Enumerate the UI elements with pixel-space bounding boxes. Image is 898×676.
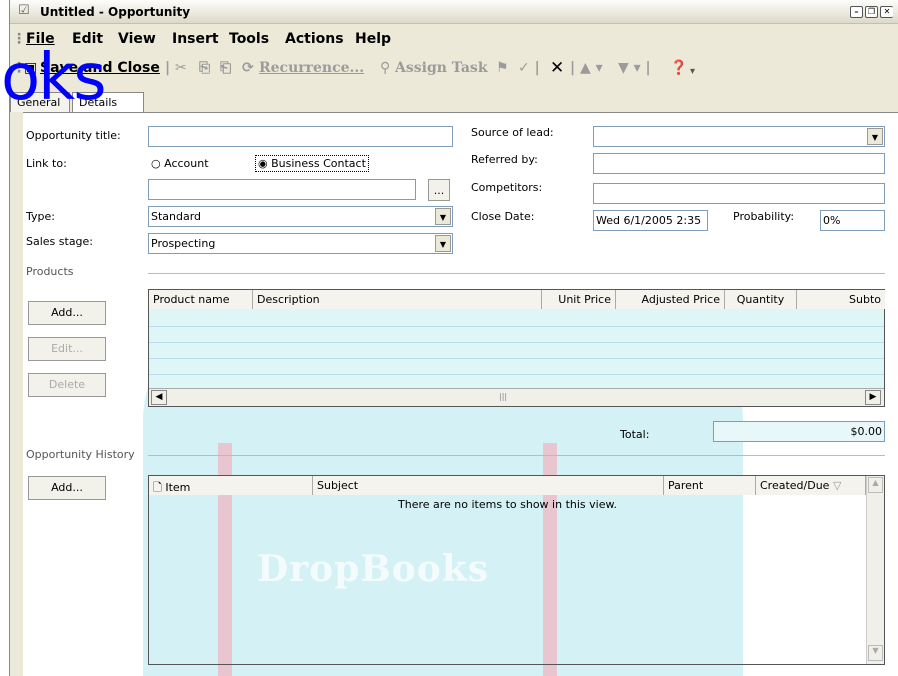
table-row[interactable] — [149, 342, 884, 343]
help-icon[interactable]: ❓ — [670, 60, 687, 76]
document-icon: 🗋 — [153, 481, 162, 494]
app-icon: ☑ — [18, 3, 30, 18]
column-unit-price[interactable]: Unit Price — [542, 290, 616, 309]
column-adjusted-price[interactable]: Adjusted Price — [616, 290, 725, 309]
products-table[interactable]: Product name Description Unit Price Adju… — [148, 289, 885, 407]
probability-input[interactable]: 0% — [820, 210, 885, 231]
total-value: $0.00 — [713, 421, 885, 442]
cut-icon[interactable]: | ✂ — [165, 60, 187, 76]
column-created-due[interactable]: Created/Due ▽ — [756, 476, 866, 495]
scroll-grip-icon[interactable]: ||| — [499, 392, 507, 401]
menu-actions[interactable]: Actions — [285, 31, 344, 47]
link-to-input[interactable] — [148, 179, 416, 200]
browse-contacts-button[interactable]: ... — [428, 179, 450, 201]
column-item-label: Item — [165, 481, 191, 494]
account-label: Account — [164, 157, 209, 170]
toolbar-options-icon[interactable]: ▾ — [690, 66, 695, 77]
form-page: Opportunity title: Link to: ○ Account ◉ … — [23, 112, 898, 676]
watermark-text: oks — [1, 41, 107, 115]
referred-by-input[interactable] — [593, 153, 885, 174]
menu-help[interactable]: Help — [355, 31, 391, 47]
probability-label: Probability: — [733, 210, 795, 223]
next-item-icon[interactable]: ▼ ▾ | — [618, 60, 651, 76]
business-contact-radio[interactable]: ◉ Business Contact — [255, 155, 369, 172]
column-subject[interactable]: Subject — [313, 476, 664, 495]
column-description[interactable]: Description — [253, 290, 542, 309]
assign-task-icon[interactable]: ⚲ — [380, 60, 390, 76]
chevron-down-icon[interactable]: ▼ — [867, 128, 883, 145]
products-add-button[interactable]: Add... — [28, 301, 106, 325]
products-delete-button[interactable]: Delete — [28, 373, 106, 397]
products-section-label: Products — [26, 265, 74, 278]
total-label: Total: — [620, 428, 650, 441]
history-add-button[interactable]: Add... — [28, 476, 106, 500]
column-created-due-label: Created/Due — [760, 479, 830, 492]
assign-task-button[interactable]: Assign Task — [395, 60, 488, 76]
recurrence-icon[interactable]: ⟳ — [242, 60, 254, 76]
history-section-label: Opportunity History — [26, 448, 135, 461]
column-parent[interactable]: Parent — [664, 476, 756, 495]
opportunity-window: ☑ Untitled - Opportunity – ❐ ✕ ⋮ File Ed… — [1, 0, 898, 676]
opportunity-title-input[interactable] — [148, 126, 453, 147]
type-label: Type: — [26, 210, 55, 223]
previous-item-icon[interactable]: | ▲ ▾ — [570, 60, 603, 76]
link-to-label: Link to: — [26, 157, 67, 170]
type-value: Standard — [151, 210, 202, 223]
menu-insert[interactable]: Insert — [172, 31, 219, 47]
column-quantity[interactable]: Quantity — [725, 290, 797, 309]
minimize-icon[interactable]: – — [850, 6, 863, 18]
source-of-lead-label: Source of lead: — [471, 126, 554, 139]
account-radio[interactable]: ○ Account — [151, 157, 209, 170]
products-edit-button[interactable]: Edit... — [28, 337, 106, 361]
horizontal-scrollbar[interactable]: ◀ ||| ▶ — [149, 388, 884, 406]
history-table[interactable]: 🗋 Item Subject Parent Created/Due ▽ ▲ ▼ … — [148, 475, 885, 665]
sales-stage-select[interactable]: Prospecting ▼ — [148, 233, 453, 254]
type-select[interactable]: Standard ▼ — [148, 206, 453, 227]
title-bar: ☑ Untitled - Opportunity – ❐ ✕ — [10, 0, 898, 24]
table-row[interactable] — [149, 326, 884, 327]
close-date-label: Close Date: — [471, 210, 535, 223]
close-icon[interactable]: ✕ — [880, 6, 893, 18]
scroll-right-icon[interactable]: ▶ — [865, 390, 881, 405]
chevron-down-icon[interactable]: ▼ — [435, 208, 451, 225]
toolbar: ⋮ ▣ Save and Close | ✂ ⎘ ⎗ ⟳ Recurrence.… — [10, 58, 898, 86]
competitors-input[interactable] — [593, 183, 885, 204]
sales-stage-value: Prospecting — [151, 237, 216, 250]
copy-icon[interactable]: ⎘ — [199, 60, 210, 76]
menu-tools[interactable]: Tools — [229, 31, 269, 47]
recurrence-button[interactable]: Recurrence... — [259, 60, 364, 76]
scroll-up-icon[interactable]: ▲ — [868, 477, 883, 493]
restore-icon[interactable]: ❐ — [865, 6, 878, 18]
vertical-scrollbar[interactable]: ▲ ▼ — [866, 476, 884, 664]
categorize-icon[interactable]: ⚑ — [496, 60, 509, 76]
filter-icon[interactable]: ▽ — [833, 479, 841, 492]
source-of-lead-select[interactable]: ▼ — [593, 126, 885, 147]
column-product-name[interactable]: Product name — [149, 290, 253, 309]
opportunity-title-label: Opportunity title: — [26, 129, 121, 142]
close-date-input[interactable]: Wed 6/1/2005 2:35 — [593, 210, 708, 231]
products-divider — [148, 273, 885, 274]
scroll-left-icon[interactable]: ◀ — [151, 390, 167, 405]
business-contact-label: Business Contact — [271, 157, 366, 170]
watermark-logo-text: DropBooks — [257, 548, 490, 590]
delete-icon[interactable]: ✕ — [550, 58, 564, 78]
chevron-down-icon[interactable]: ▼ — [435, 235, 451, 252]
history-divider — [148, 455, 885, 456]
scroll-down-icon[interactable]: ▼ — [868, 645, 883, 661]
paste-icon[interactable]: ⎗ — [220, 60, 231, 76]
referred-by-label: Referred by: — [471, 153, 538, 166]
check-names-icon[interactable]: ✓ | — [518, 60, 540, 76]
menu-bar: ⋮ File Edit View Insert Tools Actions He… — [10, 31, 898, 53]
competitors-label: Competitors: — [471, 181, 543, 194]
column-item[interactable]: 🗋 Item — [149, 476, 313, 495]
sales-stage-label: Sales stage: — [26, 235, 94, 248]
table-row[interactable] — [149, 358, 884, 359]
empty-view-message: There are no items to show in this view. — [398, 498, 617, 511]
table-row[interactable] — [149, 374, 884, 375]
menu-view[interactable]: View — [118, 31, 156, 47]
column-subtotal[interactable]: Subto — [797, 290, 885, 309]
window-title: Untitled - Opportunity — [40, 5, 191, 19]
